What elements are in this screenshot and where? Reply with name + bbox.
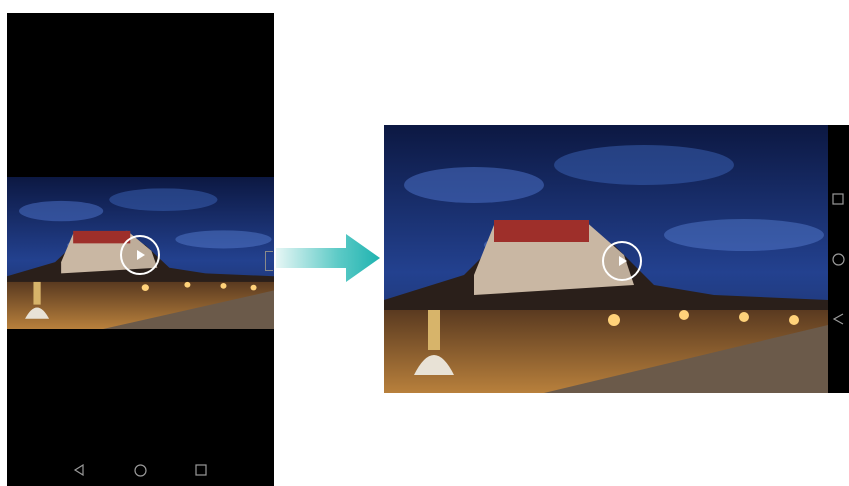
play-icon <box>619 256 627 266</box>
recents-icon[interactable] <box>195 464 207 476</box>
back-icon[interactable] <box>832 313 844 325</box>
home-icon[interactable] <box>134 464 147 477</box>
portrait-nav-bar <box>7 452 274 486</box>
recents-icon[interactable] <box>832 193 844 205</box>
rotate-hint-icon <box>265 251 273 271</box>
arrow-right-icon <box>276 234 380 282</box>
portrait-phone-screen <box>7 13 274 486</box>
landscape-nav-bar <box>828 125 849 393</box>
home-icon[interactable] <box>832 253 845 266</box>
landscape-phone-screen <box>384 125 849 393</box>
play-button[interactable] <box>602 241 642 281</box>
play-icon <box>137 250 145 260</box>
play-button[interactable] <box>120 235 160 275</box>
portrait-video-player[interactable] <box>7 177 274 329</box>
back-icon[interactable] <box>73 464 85 476</box>
landscape-video-player[interactable] <box>384 125 828 393</box>
